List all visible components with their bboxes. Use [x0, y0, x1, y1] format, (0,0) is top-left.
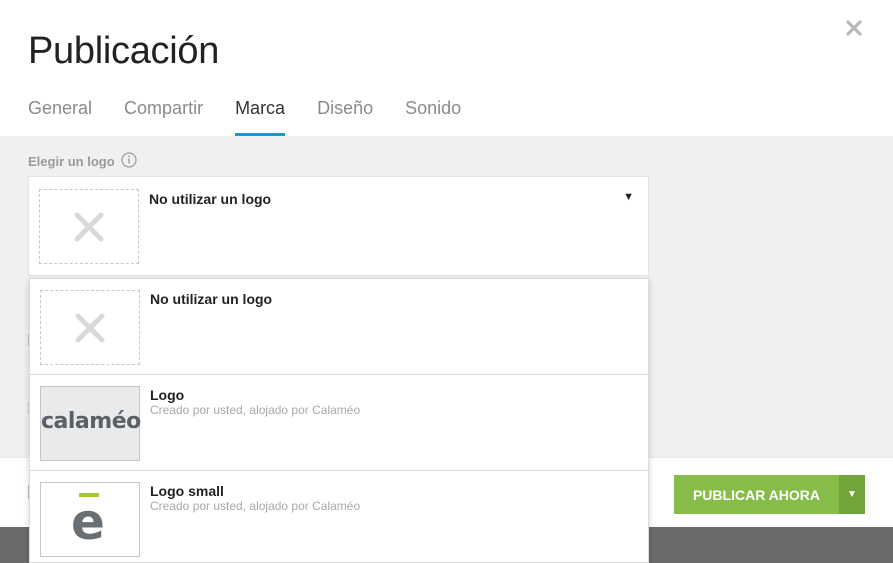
calameo-small-logo-thumb: e [40, 482, 140, 557]
x-icon [75, 313, 105, 343]
publish-now-button[interactable]: PUBLICAR AHORA [674, 475, 839, 514]
tab-bar: General Compartir Marca Diseño Sonido [28, 96, 493, 136]
option-title: No utilizar un logo [150, 291, 273, 307]
option-title: Logo small [150, 483, 224, 499]
dropdown-option-no-logo[interactable]: No utilizar un logo [30, 279, 648, 375]
tab-general[interactable]: General [28, 96, 92, 136]
tab-compartir[interactable]: Compartir [124, 96, 203, 136]
dropdown-option-logo[interactable]: calaméo Logo Creado por usted, alojado p… [30, 375, 648, 471]
info-icon[interactable] [121, 152, 137, 171]
modal-header: Publicación General Compartir Marca Dise… [0, 0, 893, 136]
page-title: Publicación [28, 30, 220, 72]
option-subtitle: Creado por usted, alojado por Calaméo [150, 403, 361, 417]
logo-select[interactable]: No utilizar un logo ▼ [28, 176, 649, 276]
option-subtitle: Creado por usted, alojado por Calaméo [150, 499, 361, 513]
dropdown-option-logo-small[interactable]: e Logo small Creado por usted, alojado p… [30, 471, 648, 562]
tab-sonido[interactable]: Sonido [405, 96, 461, 136]
tab-diseno[interactable]: Diseño [317, 96, 373, 136]
calameo-logo-thumb: calaméo [40, 386, 141, 461]
tab-marca[interactable]: Marca [235, 96, 286, 136]
calameo-logo-text: calaméo [41, 409, 141, 434]
close-icon[interactable] [843, 17, 865, 39]
option-title: Logo [150, 387, 185, 403]
caret-down-icon[interactable]: ▼ [623, 191, 634, 203]
logo-section-label: Elegir un logo [28, 152, 137, 171]
empty-logo-thumb [39, 189, 139, 264]
logo-label-text: Elegir un logo [28, 154, 115, 169]
selected-logo-title: No utilizar un logo [149, 191, 272, 207]
logo-dropdown-list: No utilizar un logo calaméo Logo Creado … [29, 278, 649, 563]
publish-options-caret-icon[interactable]: ▼ [839, 475, 865, 514]
empty-logo-thumb [40, 290, 140, 365]
x-icon [74, 212, 104, 242]
calameo-small-logo-letter: e [71, 493, 105, 551]
